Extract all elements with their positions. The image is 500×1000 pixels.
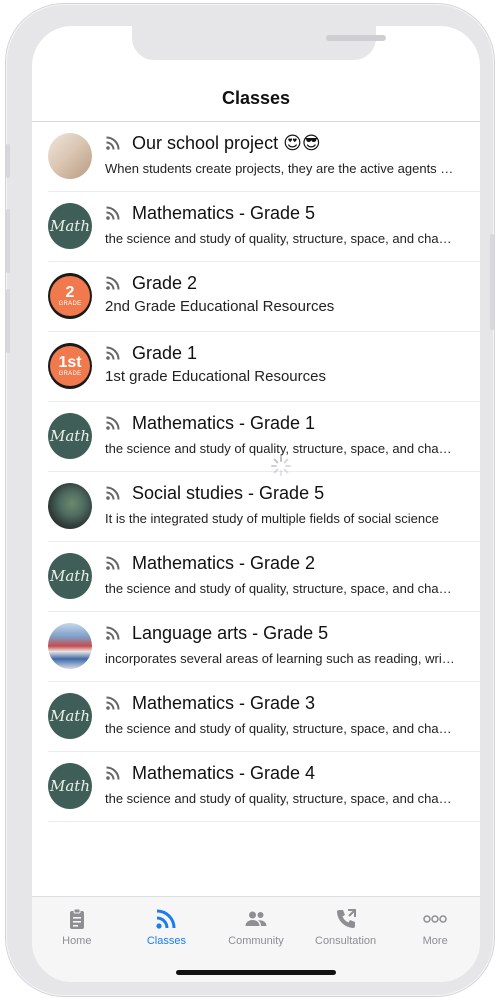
rss-icon [106, 696, 120, 710]
rss-icon [156, 909, 176, 929]
class-description: the science and study of quality, struct… [105, 231, 457, 246]
speaker-grille [326, 35, 386, 41]
rss-icon [106, 276, 120, 290]
grade-badge-avatar: 1st GRADE [48, 343, 92, 389]
class-list: Our school project 😍😎 When students crea… [32, 122, 480, 822]
notch [132, 26, 386, 60]
tab-label: Home [62, 935, 92, 947]
power-button [490, 234, 494, 330]
rss-icon [106, 556, 120, 570]
class-row-mathematics-grade-2[interactable]: Math Mathematics - Grade 2 the science a… [48, 542, 480, 612]
globe-avatar [48, 483, 92, 529]
class-description: It is the integrated study of multiple f… [105, 511, 439, 526]
rss-icon [106, 206, 120, 220]
class-title: Mathematics - Grade 2 [132, 552, 316, 573]
class-description: the science and study of quality, struct… [105, 721, 457, 736]
math-avatar: Math [48, 763, 92, 809]
class-title: Mathematics - Grade 1 [132, 412, 316, 433]
clipboard-icon [69, 908, 84, 929]
mute-switch [6, 144, 10, 178]
tab-home[interactable]: Home [32, 897, 122, 982]
class-description: 1st grade Educational Resources [105, 368, 326, 385]
math-avatar: Math [48, 553, 92, 599]
class-title: Mathematics - Grade 3 [132, 692, 316, 713]
volume-up-button [6, 209, 10, 273]
tab-label: Consultation [315, 935, 377, 947]
rss-icon [106, 136, 120, 150]
class-title: Grade 1 [132, 342, 198, 363]
phone-icon [336, 909, 356, 928]
class-title: Our school project 😍😎 [132, 132, 321, 153]
class-row-our-school-project[interactable]: Our school project 😍😎 When students crea… [48, 122, 480, 192]
class-title: Mathematics - Grade 4 [132, 762, 316, 783]
phone-frame: Classes Our school project 😍😎 When stude… [6, 4, 494, 996]
class-title: Social studies - Grade 5 [132, 482, 325, 503]
screen: Classes Our school project 😍😎 When stude… [32, 26, 480, 982]
class-description: the science and study of quality, struct… [105, 791, 457, 806]
books-avatar [48, 623, 92, 669]
class-title: Grade 2 [132, 272, 198, 293]
class-row-mathematics-grade-5[interactable]: Math Mathematics - Grade 5 the science a… [48, 192, 480, 262]
class-row-language-arts-grade-5[interactable]: Language arts - Grade 5 incorporates sev… [48, 612, 480, 682]
tab-label: More [422, 935, 448, 947]
class-title: Language arts - Grade 5 [132, 622, 329, 643]
rss-icon [106, 346, 120, 360]
class-row-social-studies-grade-5[interactable]: Social studies - Grade 5 It is the integ… [48, 472, 480, 542]
navigation-bar: Classes [32, 78, 480, 122]
tab-label: Classes [146, 935, 186, 947]
rss-icon [106, 626, 120, 640]
class-description: the science and study of quality, struct… [105, 441, 457, 456]
rss-icon [106, 416, 120, 430]
class-description: the science and study of quality, struct… [105, 581, 457, 596]
class-row-grade-1[interactable]: 1st GRADE Grade 1 1st grade Educational … [48, 332, 480, 402]
class-title: Mathematics - Grade 5 [132, 202, 316, 223]
tab-more[interactable]: More [390, 897, 480, 982]
grade-badge-avatar: 2 GRADE [48, 273, 92, 319]
class-row-mathematics-grade-1[interactable]: Math Mathematics - Grade 1 the science a… [48, 402, 480, 472]
people-icon [245, 911, 267, 926]
class-row-mathematics-grade-3[interactable]: Math Mathematics - Grade 3 the science a… [48, 682, 480, 752]
class-description: incorporates several areas of learning s… [105, 651, 457, 666]
page-title: Classes [221, 88, 291, 108]
math-avatar: Math [48, 413, 92, 459]
rss-icon [106, 766, 120, 780]
class-avatar-photo [48, 133, 92, 179]
volume-down-button [6, 289, 10, 353]
class-description: When students create projects, they are … [105, 161, 457, 176]
tab-label: Community [228, 935, 284, 947]
class-description: 2nd Grade Educational Resources [105, 298, 335, 315]
math-avatar: Math [48, 203, 92, 249]
rss-icon [106, 486, 120, 500]
class-row-mathematics-grade-4[interactable]: Math Mathematics - Grade 4 the science a… [48, 752, 480, 822]
class-row-grade-2[interactable]: 2 GRADE Grade 2 2nd Grade Educational Re… [48, 262, 480, 332]
loading-spinner-icon [271, 456, 291, 476]
home-indicator[interactable] [176, 970, 336, 975]
math-avatar: Math [48, 693, 92, 739]
more-dots-icon [423, 915, 447, 923]
